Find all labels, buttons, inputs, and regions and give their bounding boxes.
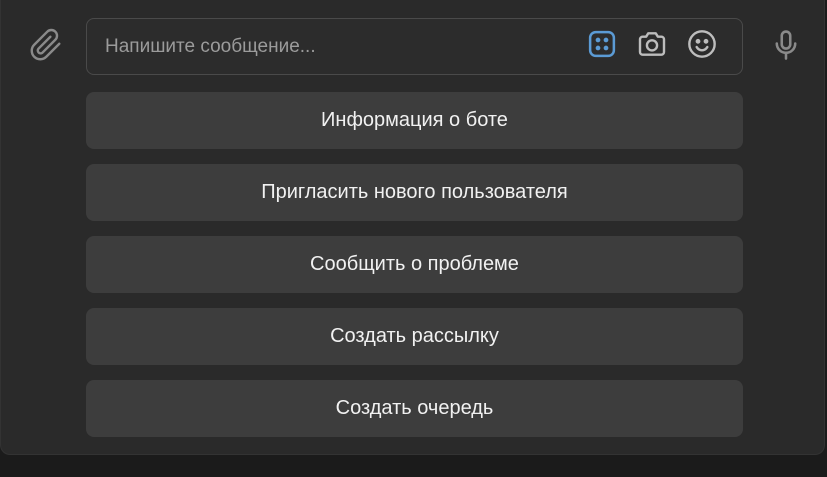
chat-composer-panel: Информация о боте Пригласить нового поль… (0, 0, 825, 455)
message-input-box (86, 18, 743, 75)
bot-commands-button[interactable] (584, 28, 620, 64)
attach-button[interactable] (27, 28, 65, 66)
keyboard-button-report-problem[interactable]: Сообщить о проблеме (86, 236, 743, 293)
paperclip-icon (29, 28, 63, 67)
keyboard-button-bot-info[interactable]: Информация о боте (86, 92, 743, 149)
keyboard-button-create-queue[interactable]: Создать очередь (86, 380, 743, 437)
camera-button[interactable] (634, 28, 670, 64)
camera-icon (636, 28, 668, 65)
dice-grid-icon (587, 29, 617, 64)
keyboard-button-create-broadcast[interactable]: Создать рассылку (86, 308, 743, 365)
voice-message-button[interactable] (766, 28, 806, 66)
keyboard-button-invite-user[interactable]: Пригласить нового пользователя (86, 164, 743, 221)
message-input[interactable] (105, 19, 575, 74)
emoji-button[interactable] (684, 28, 720, 64)
microphone-icon (769, 28, 803, 67)
smile-icon (686, 28, 718, 65)
